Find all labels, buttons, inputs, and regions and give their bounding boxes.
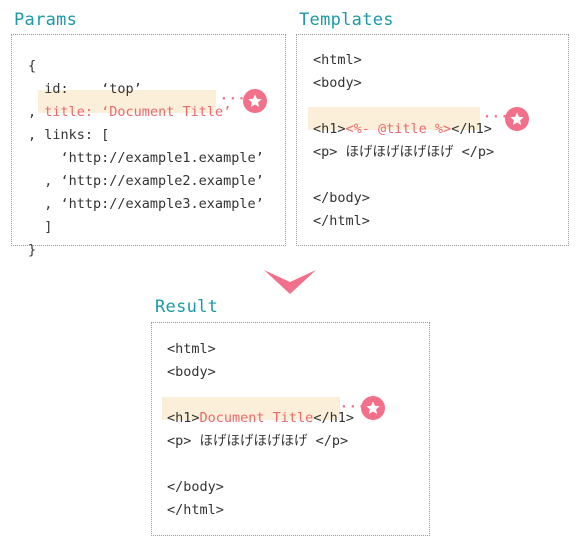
params-close-bracket: ] [28,219,53,235]
templates-body-close: </body> [313,190,370,206]
result-code: <html><body>​<h1>Document Title</h1><p> … [167,338,354,522]
params-close-brace: } [28,242,37,258]
params-open-brace: { [28,58,37,74]
templates-heading: Templates [299,10,394,30]
templates-h1-expr: <%- @title %> [345,121,452,137]
result-star-icon [361,396,385,420]
params-link-1: ‘http://example1.example’ [28,150,264,166]
params-title-value: ‘Document Title’ [101,104,232,120]
result-h1-open: <h1> [167,410,200,426]
result-h1-line: <h1>Document Title</h1> [167,407,354,430]
down-arrow-icon [264,270,316,294]
result-heading: Result [155,297,219,317]
params-code: { id: ‘top’, title: ‘Document Title’, li… [28,55,264,262]
result-html-open: <html> [167,341,216,357]
params-title-key: title: [36,104,102,120]
result-body-open: <body> [167,364,216,380]
params-links-line: , links: [ [28,127,110,143]
templates-body-open: <body> [313,75,362,91]
params-star-icon [243,89,267,113]
params-link-3: , ‘http://example3.example’ [28,196,264,212]
templates-html-close: </html> [313,213,370,229]
result-h1-value: Document Title [199,410,314,426]
result-html-close: </html> [167,502,224,518]
templates-code: <html><body>​<h1><%- @title %></h1><p> ほ… [313,49,494,233]
templates-p-line: <p> ほげほげほげほげ </p> [313,144,495,160]
params-link-2: , ‘http://example2.example’ [28,173,264,189]
templates-html-open: <html> [313,52,362,68]
templates-h1-line: <h1><%- @title %></h1> [313,118,494,141]
params-title-comma: , [28,104,37,120]
result-p-line: <p> ほげほげほげほげ </p> [167,433,349,449]
templates-h1-open: <h1> [313,121,346,137]
templates-star-icon [505,107,529,131]
params-heading: Params [14,10,78,30]
result-body-close: </body> [167,479,224,495]
